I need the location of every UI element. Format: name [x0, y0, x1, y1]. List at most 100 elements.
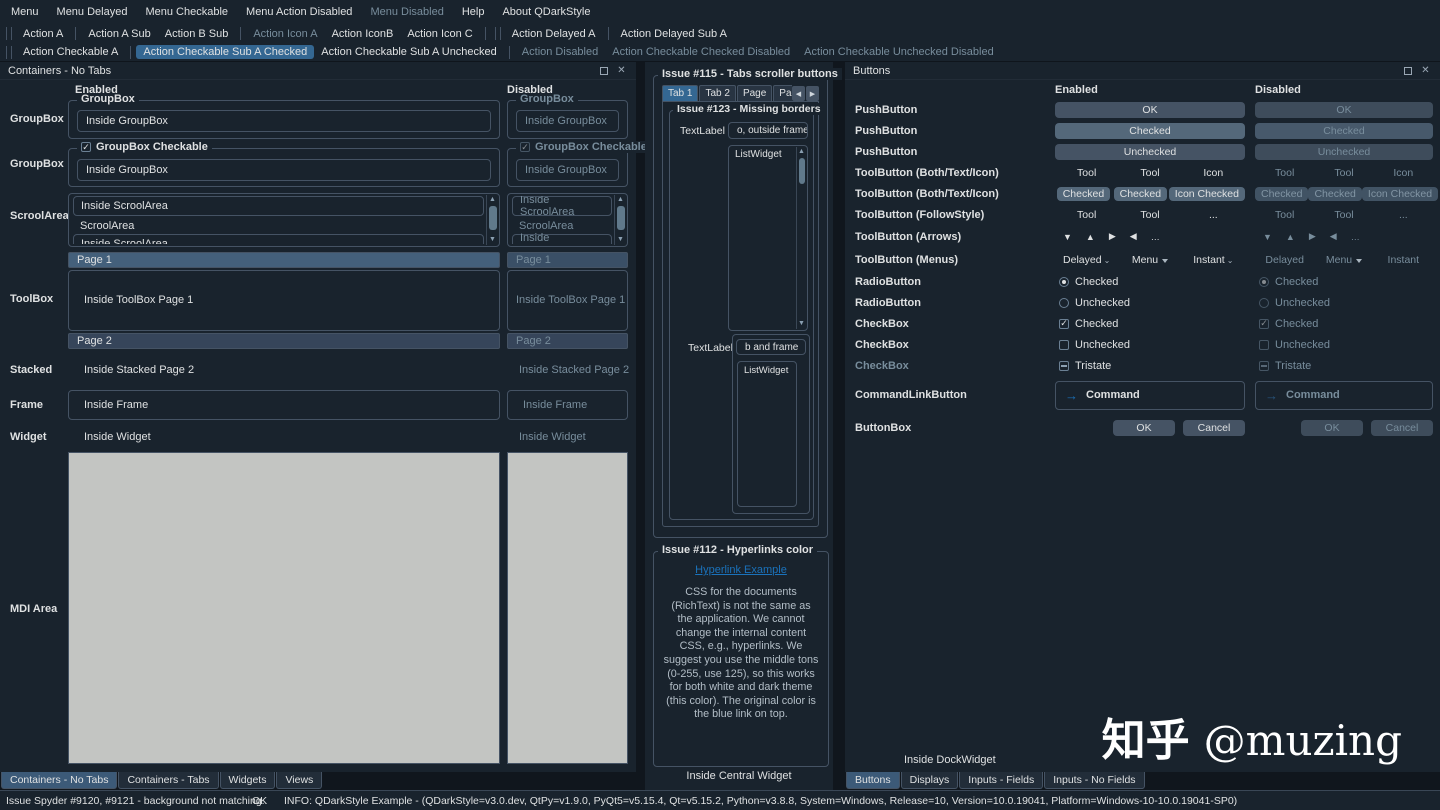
checkbox-tristate[interactable]: Tristate: [1055, 360, 1111, 372]
action-icon-c[interactable]: Action Icon C: [400, 27, 479, 41]
delayed-menu-button[interactable]: Delayed ⌄: [1055, 254, 1118, 266]
float-dock-icon[interactable]: [1401, 64, 1414, 77]
arrow-down-icon[interactable]: ▼: [1063, 232, 1072, 242]
checked-button[interactable]: Checked: [1055, 122, 1245, 139]
tab-page-2[interactable]: Page: [773, 85, 792, 101]
toolbar-handle-icon[interactable]: [6, 27, 12, 40]
list-widget-2[interactable]: ListWidget: [737, 361, 797, 507]
menu-item-help[interactable]: Help: [453, 0, 494, 24]
tool-button-disabled: Tool: [1275, 208, 1295, 221]
tab-2[interactable]: Tab 2: [699, 85, 736, 101]
radio-unchecked-icon[interactable]: [1059, 297, 1069, 308]
checkbox-checked[interactable]: Checked: [1055, 318, 1118, 330]
watermark: 知乎 @muzing: [1102, 704, 1402, 768]
groupbox-content: Inside GroupBox: [516, 110, 619, 132]
toolbar-handle-icon[interactable]: [6, 45, 12, 59]
line-edit-outside-frame[interactable]: o, outside frame: [728, 122, 808, 139]
close-dock-icon[interactable]: ✕: [615, 64, 628, 77]
toolbox-page1-header[interactable]: Page 1: [68, 252, 500, 268]
menu-item-about-qdarkstyle[interactable]: About QDarkStyle: [493, 0, 599, 24]
list-widget-1[interactable]: ListWidget ▲ ▼: [728, 145, 808, 331]
radio-checked[interactable]: Checked: [1055, 276, 1118, 288]
tool-button[interactable]: Tool: [1055, 209, 1118, 221]
tab-page-1[interactable]: Page: [736, 85, 773, 101]
scrollbar-handle[interactable]: [488, 206, 497, 230]
checkbox-tristate-icon[interactable]: [1059, 360, 1069, 371]
tool-button[interactable]: Tool: [1118, 167, 1181, 179]
close-dock-icon[interactable]: ✕: [1419, 64, 1432, 77]
float-dock-icon[interactable]: [597, 64, 610, 77]
checkbox-unchecked-icon[interactable]: [1059, 339, 1069, 350]
mdi-area-enabled[interactable]: [68, 452, 500, 764]
row-label: ToolButton (Both/Text/Icon): [855, 166, 999, 179]
scroll-up-icon[interactable]: ▲: [798, 147, 805, 157]
tool-button[interactable]: Tool: [1118, 209, 1181, 221]
buttonbox-cancel-button[interactable]: Cancel: [1183, 420, 1245, 436]
action-delayed-a[interactable]: Action Delayed A: [505, 27, 603, 41]
tab-scroll-left-icon[interactable]: ◀: [792, 86, 805, 101]
qdarkstyle-example-window: Menu Menu Delayed Menu Checkable Menu Ac…: [0, 0, 1440, 810]
tool-button[interactable]: Icon: [1182, 167, 1245, 179]
action-a-sub[interactable]: Action A Sub: [81, 27, 157, 41]
tab-displays[interactable]: Displays: [900, 772, 959, 789]
buttonbox-ok-button-disabled: OK: [1301, 420, 1363, 436]
checkbox-checked-icon[interactable]: [81, 142, 91, 152]
toolbox-page2-header[interactable]: Page 2: [68, 333, 500, 349]
arrow-right-icon-disabled: ▶: [1308, 231, 1316, 241]
tool-button[interactable]: ...: [1182, 209, 1245, 221]
tab-widgets[interactable]: Widgets: [219, 772, 276, 789]
scrollarea-label: ScroolArea: [80, 220, 135, 232]
scrollbar-handle[interactable]: [798, 158, 805, 184]
radio-checked-icon[interactable]: [1059, 276, 1069, 287]
scroll-down-icon[interactable]: ▼: [798, 319, 805, 329]
tab-containers-tabs[interactable]: Containers - Tabs: [118, 772, 219, 789]
unchecked-button[interactable]: Unchecked: [1055, 143, 1245, 160]
tab-buttons[interactable]: Buttons: [846, 772, 900, 789]
toolbar-handle-icon[interactable]: [494, 27, 501, 40]
action-checkable-sub-a-unchecked[interactable]: Action Checkable Sub A Unchecked: [314, 45, 504, 59]
action-a[interactable]: Action A: [16, 27, 70, 41]
hyperlink-example[interactable]: Hyperlink Example: [695, 564, 787, 576]
tool-button-checked[interactable]: Checked: [1113, 186, 1168, 201]
arrow-right-icon[interactable]: ▶: [1109, 231, 1116, 242]
menu-item-menu-action-disabled[interactable]: Menu Action Disabled: [237, 0, 361, 24]
buttonbox-ok-button[interactable]: OK: [1113, 420, 1175, 436]
ellipsis-icon[interactable]: …: [1151, 232, 1160, 242]
status-info: INFO: QDarkStyle Example - (QDarkStyle=v…: [284, 795, 1238, 807]
arrow-left-icon[interactable]: ◀: [1130, 231, 1137, 242]
groupbox-checkable-legend[interactable]: GroupBox Checkable: [77, 141, 212, 153]
scrollarea-lineedit[interactable]: Inside ScroolArea: [73, 196, 484, 216]
menu-item-menu[interactable]: Menu: [2, 0, 48, 24]
tab-inputs-no-fields[interactable]: Inputs - No Fields: [1044, 772, 1145, 789]
action-delayed-sub-a[interactable]: Action Delayed Sub A: [614, 27, 734, 41]
menu-item-menu-delayed[interactable]: Menu Delayed: [48, 0, 137, 24]
action-b-sub[interactable]: Action B Sub: [158, 27, 236, 41]
ok-button[interactable]: OK: [1055, 101, 1245, 118]
tab-containers-no-tabs[interactable]: Containers - No Tabs: [1, 772, 118, 789]
tool-button[interactable]: Tool: [1055, 167, 1118, 179]
checkbox-unchecked[interactable]: Unchecked: [1055, 339, 1130, 351]
scroll-up-icon[interactable]: ▲: [489, 195, 496, 205]
action-checkable-a[interactable]: Action Checkable A: [16, 45, 125, 59]
scrollarea-lineedit[interactable]: Inside ScroolArea: [73, 234, 484, 244]
radio-unchecked[interactable]: Unchecked: [1055, 297, 1130, 309]
tool-button-icon-checked[interactable]: Icon Checked: [1168, 186, 1245, 201]
list-item[interactable]: ListWidget: [738, 362, 796, 379]
menu-button[interactable]: Menu: [1118, 254, 1181, 266]
tool-button-checked[interactable]: Checked: [1056, 186, 1111, 201]
command-link-button[interactable]: → Command: [1055, 380, 1245, 410]
action-checkable-sub-a-checked[interactable]: Action Checkable Sub A Checked: [136, 45, 315, 59]
tab-1[interactable]: Tab 1: [662, 85, 699, 101]
line-edit-inside-frame[interactable]: b and frame: [736, 339, 806, 355]
action-icon-b[interactable]: Action IconB: [325, 27, 401, 41]
menu-item-menu-checkable[interactable]: Menu Checkable: [136, 0, 237, 24]
checkbox-checked-icon[interactable]: [1059, 318, 1069, 329]
vertical-scrollbar[interactable]: ▲ ▼: [796, 147, 806, 329]
arrow-up-icon[interactable]: ▲: [1086, 232, 1095, 242]
tab-inputs-fields[interactable]: Inputs - Fields: [959, 772, 1044, 789]
tab-scroll-right-icon[interactable]: ▶: [806, 86, 819, 101]
scroll-down-icon[interactable]: ▼: [489, 235, 496, 245]
instant-menu-button[interactable]: Instant ⌄: [1182, 254, 1245, 266]
vertical-scrollbar[interactable]: ▲ ▼: [486, 195, 498, 245]
tab-views[interactable]: Views: [276, 772, 323, 789]
